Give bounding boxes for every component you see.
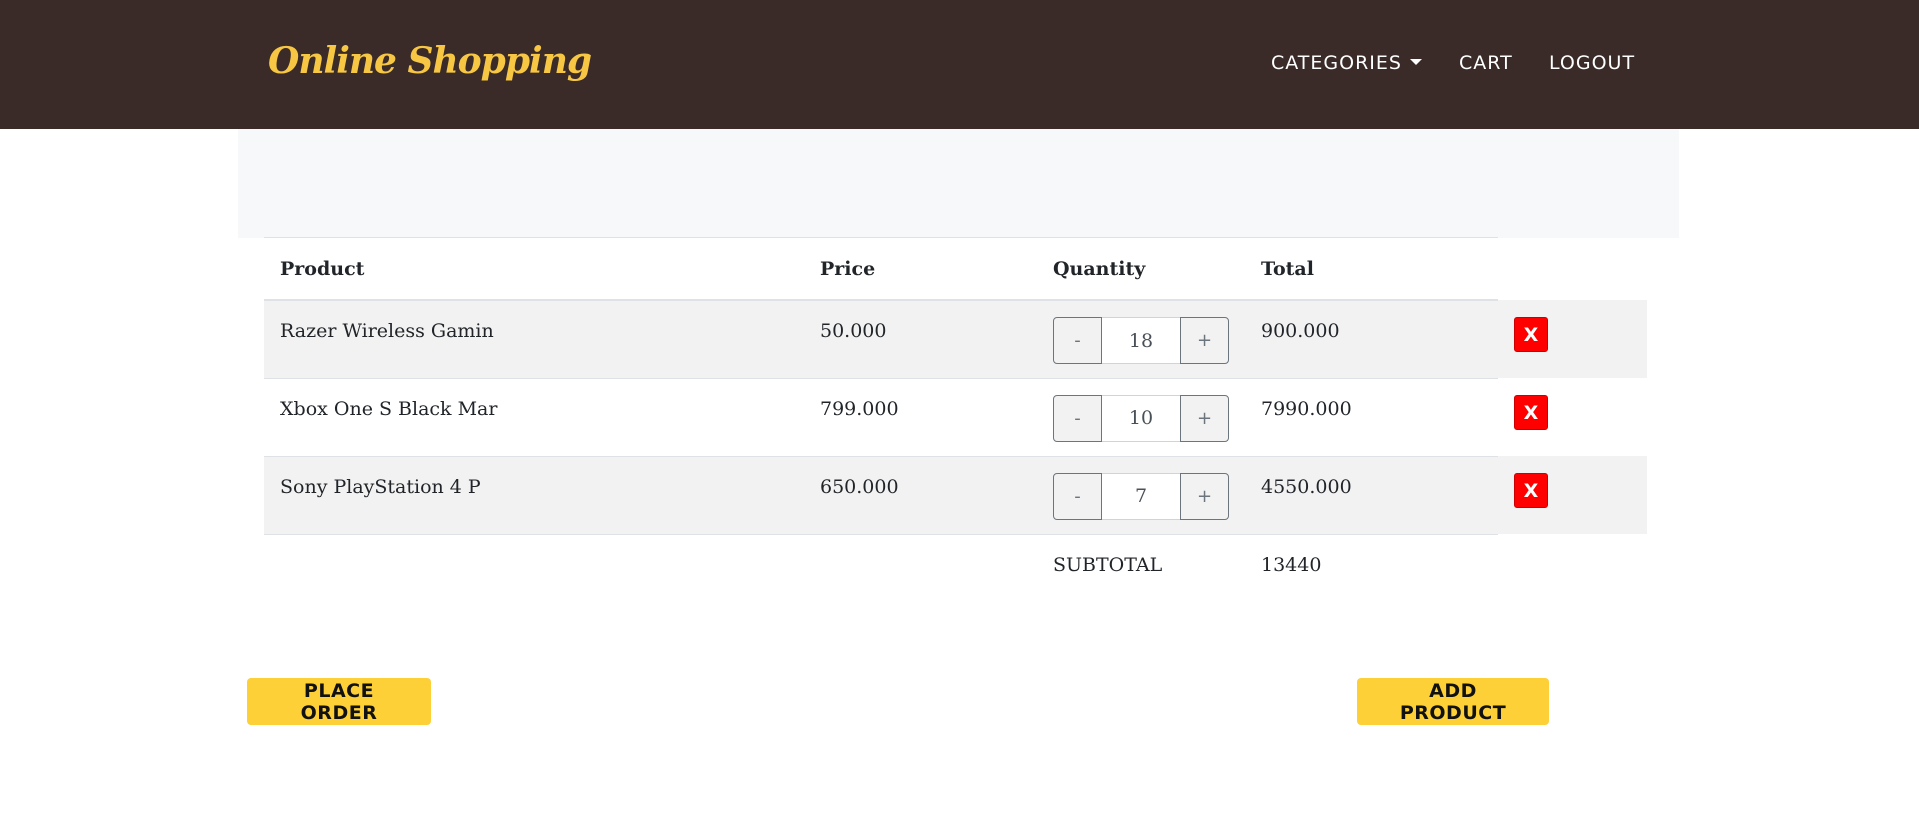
brand-logo[interactable]: Online Shopping xyxy=(268,40,592,82)
table-header-row: Product Price Quantity Total xyxy=(264,237,1647,301)
subtotal-label: SUBTOTAL xyxy=(1037,534,1245,612)
table-row: Razer Wireless Gamin 50.000 - + 900.000 … xyxy=(264,300,1647,379)
product-name: Razer Wireless Gamin xyxy=(264,300,804,379)
subtotal-row: SUBTOTAL 13440 xyxy=(264,534,1647,612)
decrease-quantity-button[interactable]: - xyxy=(1053,472,1102,520)
quantity-cell: - + xyxy=(1037,456,1245,535)
increase-quantity-button[interactable]: + xyxy=(1180,317,1229,364)
product-price: 50.000 xyxy=(804,300,1037,379)
action-cell: X xyxy=(1498,300,1647,378)
navbar: Online Shopping CATEGORIES CART LOGOUT xyxy=(0,0,1919,129)
quantity-cell: - + xyxy=(1037,300,1245,379)
nav-categories-dropdown[interactable]: CATEGORIES xyxy=(1271,52,1422,74)
increase-quantity-button[interactable]: + xyxy=(1180,472,1229,520)
cart-table-container: Product Price Quantity Total Razer Wirel… xyxy=(264,237,1647,612)
product-name: Sony PlayStation 4 P xyxy=(264,456,804,535)
quantity-stepper: - + xyxy=(1053,317,1229,364)
action-cell: X xyxy=(1498,378,1647,456)
cart-table: Product Price Quantity Total Razer Wirel… xyxy=(264,237,1647,612)
quantity-stepper: - + xyxy=(1053,472,1229,520)
remove-item-button[interactable]: X xyxy=(1514,395,1548,430)
quantity-cell: - + xyxy=(1037,378,1245,457)
caret-down-icon xyxy=(1409,58,1422,65)
line-total: 900.000 xyxy=(1245,300,1498,379)
product-name: Xbox One S Black Mar xyxy=(264,378,804,457)
product-price: 650.000 xyxy=(804,456,1037,535)
product-price: 799.000 xyxy=(804,378,1037,457)
header-product: Product xyxy=(264,237,804,301)
action-cell: X xyxy=(1498,456,1647,534)
table-row: Xbox One S Black Mar 799.000 - + 7990.00… xyxy=(264,378,1647,457)
line-total: 7990.000 xyxy=(1245,378,1498,457)
remove-item-button[interactable]: X xyxy=(1514,317,1548,352)
header-price: Price xyxy=(804,237,1037,301)
quantity-input[interactable] xyxy=(1102,472,1180,520)
decrease-quantity-button[interactable]: - xyxy=(1053,394,1102,442)
subtotal-value: 13440 xyxy=(1245,534,1498,612)
quantity-input[interactable] xyxy=(1102,394,1180,442)
jumbotron xyxy=(238,129,1679,238)
nav-categories-label: CATEGORIES xyxy=(1271,52,1402,74)
nav-logout[interactable]: LOGOUT xyxy=(1549,52,1635,74)
decrease-quantity-button[interactable]: - xyxy=(1053,317,1102,364)
quantity-stepper: - + xyxy=(1053,394,1229,442)
header-quantity: Quantity xyxy=(1037,237,1245,301)
header-total: Total xyxy=(1245,237,1498,301)
nav-cart[interactable]: CART xyxy=(1459,52,1513,74)
remove-item-button[interactable]: X xyxy=(1514,473,1548,508)
quantity-input[interactable] xyxy=(1102,317,1180,364)
add-product-button[interactable]: ADD PRODUCT xyxy=(1357,678,1549,725)
line-total: 4550.000 xyxy=(1245,456,1498,535)
place-order-button[interactable]: PLACE ORDER xyxy=(247,678,431,725)
header-action xyxy=(1498,238,1647,301)
table-row: Sony PlayStation 4 P 650.000 - + 4550.00… xyxy=(264,456,1647,535)
increase-quantity-button[interactable]: + xyxy=(1180,394,1229,442)
